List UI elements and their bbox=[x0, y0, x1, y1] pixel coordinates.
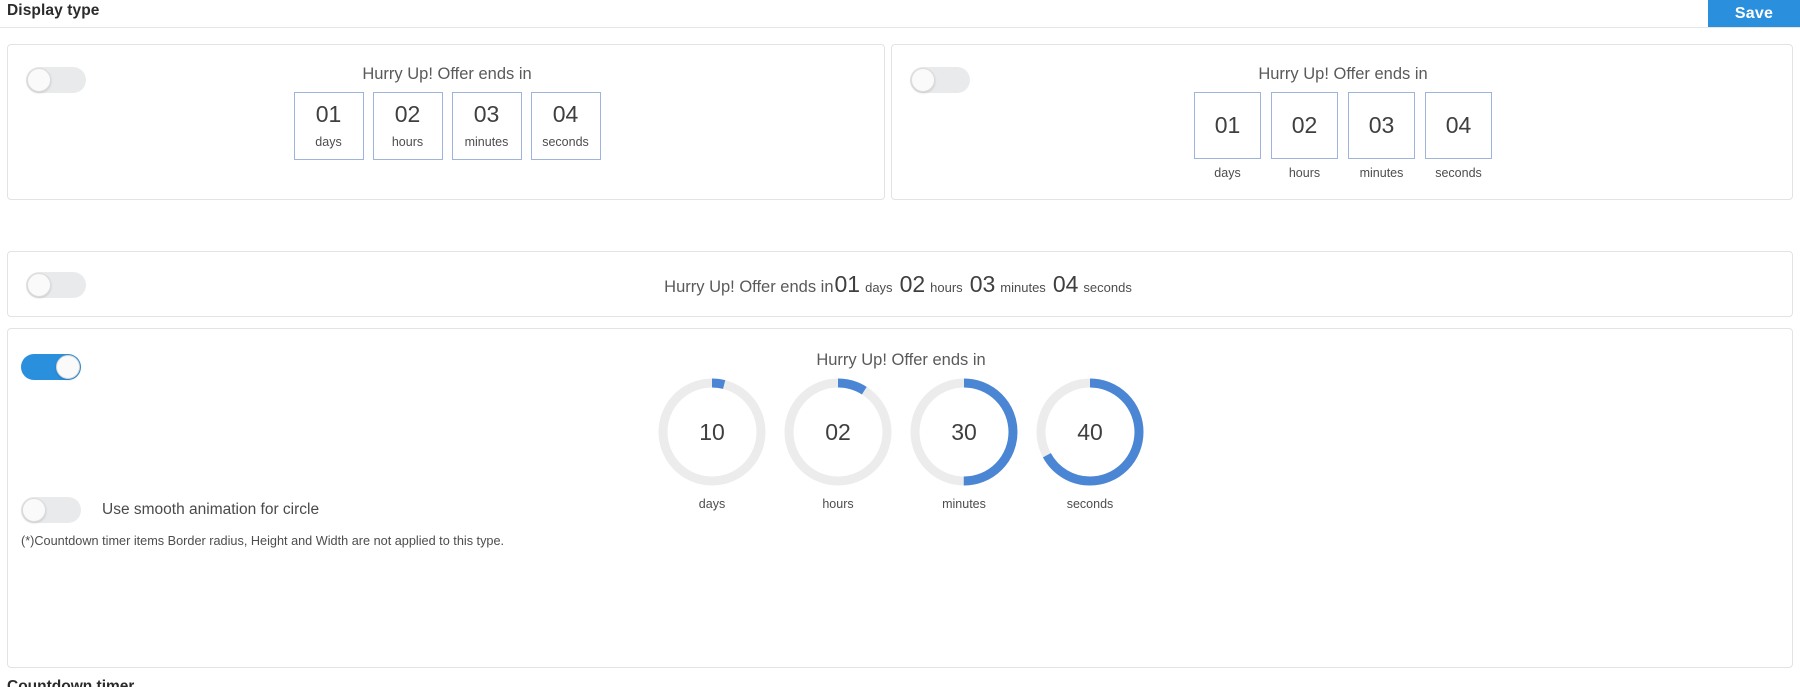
countdown-headline: Hurry Up! Offer ends in bbox=[664, 278, 833, 297]
countdown-value-box: 03 bbox=[1348, 92, 1415, 159]
toggle-smooth-animation[interactable] bbox=[21, 497, 81, 523]
countdown-label: seconds bbox=[1435, 167, 1482, 180]
display-type-option-boxes-outer-labels[interactable]: Hurry Up! Offer ends in 01 days 02 hours bbox=[891, 44, 1793, 200]
countdown-items: 01 days 02 hours 03 minutes bbox=[1194, 92, 1492, 180]
bottom-section-heading: Countdown timer bbox=[7, 678, 134, 687]
countdown-label: hours bbox=[930, 280, 963, 295]
countdown-label: days bbox=[865, 280, 892, 295]
progress-ring-days: 10 bbox=[656, 376, 768, 488]
page-header: Display type Save bbox=[0, 0, 1800, 28]
display-type-page: Display type Save Hurry Up! Offer ends i… bbox=[0, 0, 1800, 687]
countdown-label: seconds bbox=[542, 136, 589, 149]
countdown-value: 01 bbox=[1215, 114, 1241, 137]
display-type-option-boxes-inner-labels[interactable]: Hurry Up! Offer ends in 01 days 02 hours… bbox=[7, 44, 885, 200]
countdown-value: 40 bbox=[1034, 376, 1146, 488]
countdown-label: minutes bbox=[1000, 280, 1046, 295]
countdown-value: 02 bbox=[782, 376, 894, 488]
countdown-value: 01 bbox=[835, 271, 861, 298]
countdown-item: 30 minutes bbox=[908, 376, 1020, 511]
countdown-item: 02 hours bbox=[1271, 92, 1338, 180]
countdown-value-box: 02 bbox=[1271, 92, 1338, 159]
countdown-items: 10 days 02 hours bbox=[656, 376, 1146, 511]
preview-boxes-inner-labels: Hurry Up! Offer ends in 01 days 02 hours… bbox=[8, 65, 886, 160]
countdown-item: 01 days bbox=[294, 92, 364, 160]
display-type-option-circles[interactable]: Hurry Up! Offer ends in 10 days bbox=[7, 328, 1793, 668]
countdown-value: 04 bbox=[1053, 271, 1079, 298]
countdown-value: 02 bbox=[900, 271, 926, 298]
countdown-items: Hurry Up! Offer ends in 01 days 02 hours… bbox=[664, 271, 1138, 298]
countdown-item: 04 seconds bbox=[531, 92, 601, 160]
countdown-label: days bbox=[315, 136, 341, 149]
countdown-value-box: 04 bbox=[1425, 92, 1492, 159]
countdown-label: seconds bbox=[1083, 280, 1131, 295]
countdown-value: 03 bbox=[1369, 114, 1395, 137]
countdown-item: 02 hours bbox=[373, 92, 443, 160]
countdown-label: seconds bbox=[1067, 498, 1114, 511]
countdown-headline: Hurry Up! Offer ends in bbox=[362, 65, 531, 84]
countdown-value: 04 bbox=[1446, 114, 1472, 137]
countdown-item: 04 seconds bbox=[1425, 92, 1492, 180]
countdown-items: 01 days 02 hours 03 minutes 04 seconds bbox=[294, 92, 601, 160]
save-button[interactable]: Save bbox=[1708, 0, 1800, 27]
countdown-item: 01 days bbox=[1194, 92, 1261, 180]
progress-ring-seconds: 40 bbox=[1034, 376, 1146, 488]
countdown-value: 03 bbox=[970, 271, 996, 298]
preview-inline-text: Hurry Up! Offer ends in 01 days 02 hours… bbox=[8, 252, 1794, 316]
countdown-value: 03 bbox=[474, 103, 500, 126]
preview-boxes-outer-labels: Hurry Up! Offer ends in 01 days 02 hours bbox=[892, 65, 1794, 180]
smooth-animation-row: Use smooth animation for circle bbox=[21, 497, 319, 523]
countdown-value: 30 bbox=[908, 376, 1020, 488]
countdown-label: hours bbox=[1289, 167, 1320, 180]
circles-footnote: (*)Countdown timer items Border radius, … bbox=[21, 534, 504, 548]
preview-circles: Hurry Up! Offer ends in 10 days bbox=[8, 329, 1794, 511]
countdown-label: days bbox=[1214, 167, 1240, 180]
countdown-item: 10 days bbox=[656, 376, 768, 511]
countdown-label: minutes bbox=[1360, 167, 1404, 180]
countdown-label: days bbox=[699, 498, 725, 511]
countdown-label: minutes bbox=[465, 136, 509, 149]
countdown-value: 04 bbox=[553, 103, 579, 126]
countdown-value-box: 01 bbox=[1194, 92, 1261, 159]
countdown-headline: Hurry Up! Offer ends in bbox=[816, 351, 985, 370]
progress-ring-minutes: 30 bbox=[908, 376, 1020, 488]
progress-ring-hours: 02 bbox=[782, 376, 894, 488]
countdown-value: 02 bbox=[395, 103, 421, 126]
countdown-label: hours bbox=[822, 498, 853, 511]
countdown-item: 03 minutes bbox=[452, 92, 522, 160]
countdown-label: hours bbox=[392, 136, 423, 149]
countdown-item: 40 seconds bbox=[1034, 376, 1146, 511]
toggle-knob-icon bbox=[22, 498, 46, 522]
page-title: Display type bbox=[7, 2, 100, 20]
display-type-option-inline-text[interactable]: Hurry Up! Offer ends in 01 days 02 hours… bbox=[7, 251, 1793, 317]
countdown-value: 01 bbox=[316, 103, 342, 126]
smooth-animation-label: Use smooth animation for circle bbox=[102, 501, 319, 519]
countdown-label: minutes bbox=[942, 498, 986, 511]
countdown-headline: Hurry Up! Offer ends in bbox=[1258, 65, 1427, 84]
countdown-value: 02 bbox=[1292, 114, 1318, 137]
countdown-item: 03 minutes bbox=[1348, 92, 1415, 180]
countdown-value: 10 bbox=[656, 376, 768, 488]
countdown-item: 02 hours bbox=[782, 376, 894, 511]
